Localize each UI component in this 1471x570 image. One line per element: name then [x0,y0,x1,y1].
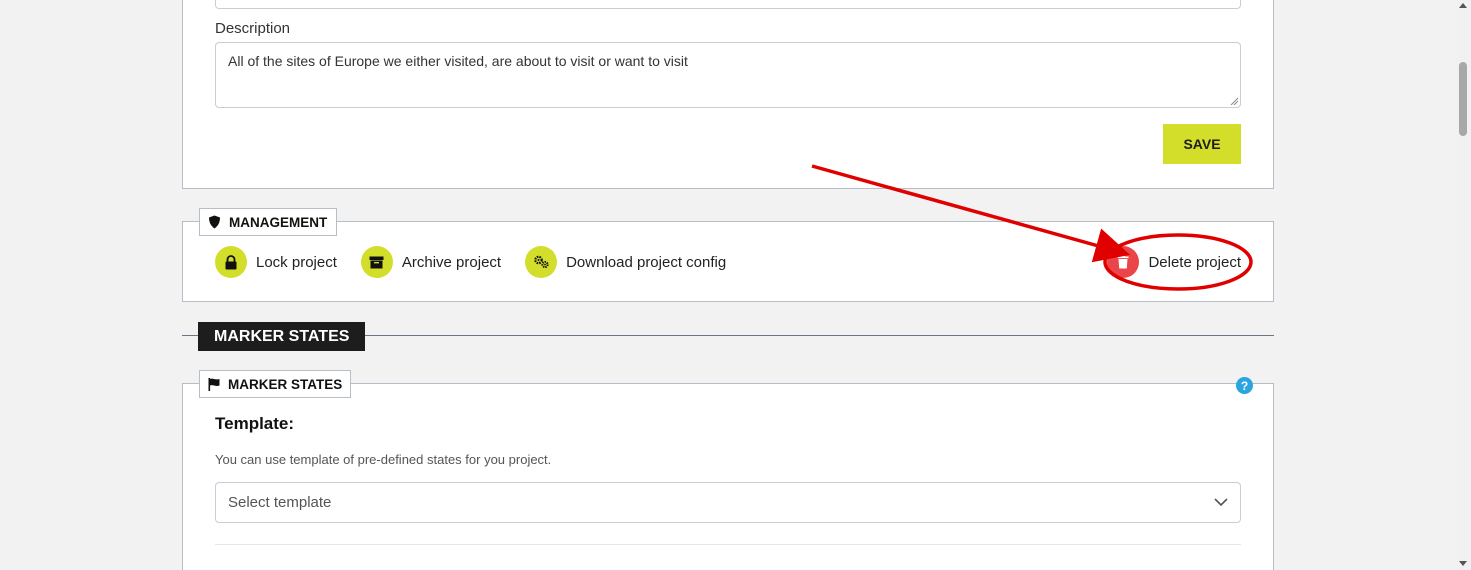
content-divider [215,544,1241,545]
template-title: Template: [215,414,295,433]
marker-states-title: MARKER STATES [228,376,343,392]
marker-states-panel: MARKER STATES ? Template: You can use te… [182,370,1274,570]
delete-project-label: Delete project [1148,253,1241,271]
template-select[interactable]: Select template [215,482,1241,523]
management-panel: MANAGEMENT Lock project Archive project [182,208,1274,302]
marker-states-legend: MARKER STATES [199,370,352,398]
page-scrollbar[interactable] [1456,0,1471,570]
lock-icon [225,254,237,269]
marker-states-heading: MARKER STATES [198,322,366,351]
management-title: MANAGEMENT [229,214,328,230]
flag-icon [208,377,220,391]
download-config-button[interactable]: Download project config [525,246,726,278]
trash-icon [1117,255,1129,269]
scroll-down-arrow-icon[interactable] [1459,561,1467,566]
delete-project-button[interactable]: Delete project [1107,246,1241,278]
download-config-label: Download project config [566,253,727,271]
archive-icon [369,256,384,268]
template-select-value: Select template [228,494,332,511]
management-legend: MANAGEMENT [199,208,338,236]
template-hint: You can use template of pre-defined stat… [215,452,552,467]
description-label: Description [215,20,291,37]
archive-project-button[interactable]: Archive project [360,246,502,278]
scroll-thumb[interactable] [1459,62,1467,136]
project-settings-panel: Description All of the sites of Europe w… [182,0,1274,189]
help-icon[interactable]: ? [1236,377,1253,394]
save-button[interactable]: SAVE [1163,124,1241,164]
management-actions: Lock project Archive project Download pr… [215,246,726,278]
lock-project-button[interactable]: Lock project [215,246,337,278]
archive-project-label: Archive project [401,253,502,271]
chevron-down-icon [1214,498,1228,507]
scroll-up-arrow-icon[interactable] [1459,3,1467,8]
resize-grip-icon[interactable] [1230,97,1238,105]
description-text: All of the sites of Europe we either vis… [228,53,688,69]
shield-icon [209,215,220,229]
gears-icon [533,255,549,269]
lock-project-label: Lock project [256,253,337,271]
description-textarea[interactable]: All of the sites of Europe we either vis… [215,42,1241,108]
name-input[interactable] [215,0,1241,9]
